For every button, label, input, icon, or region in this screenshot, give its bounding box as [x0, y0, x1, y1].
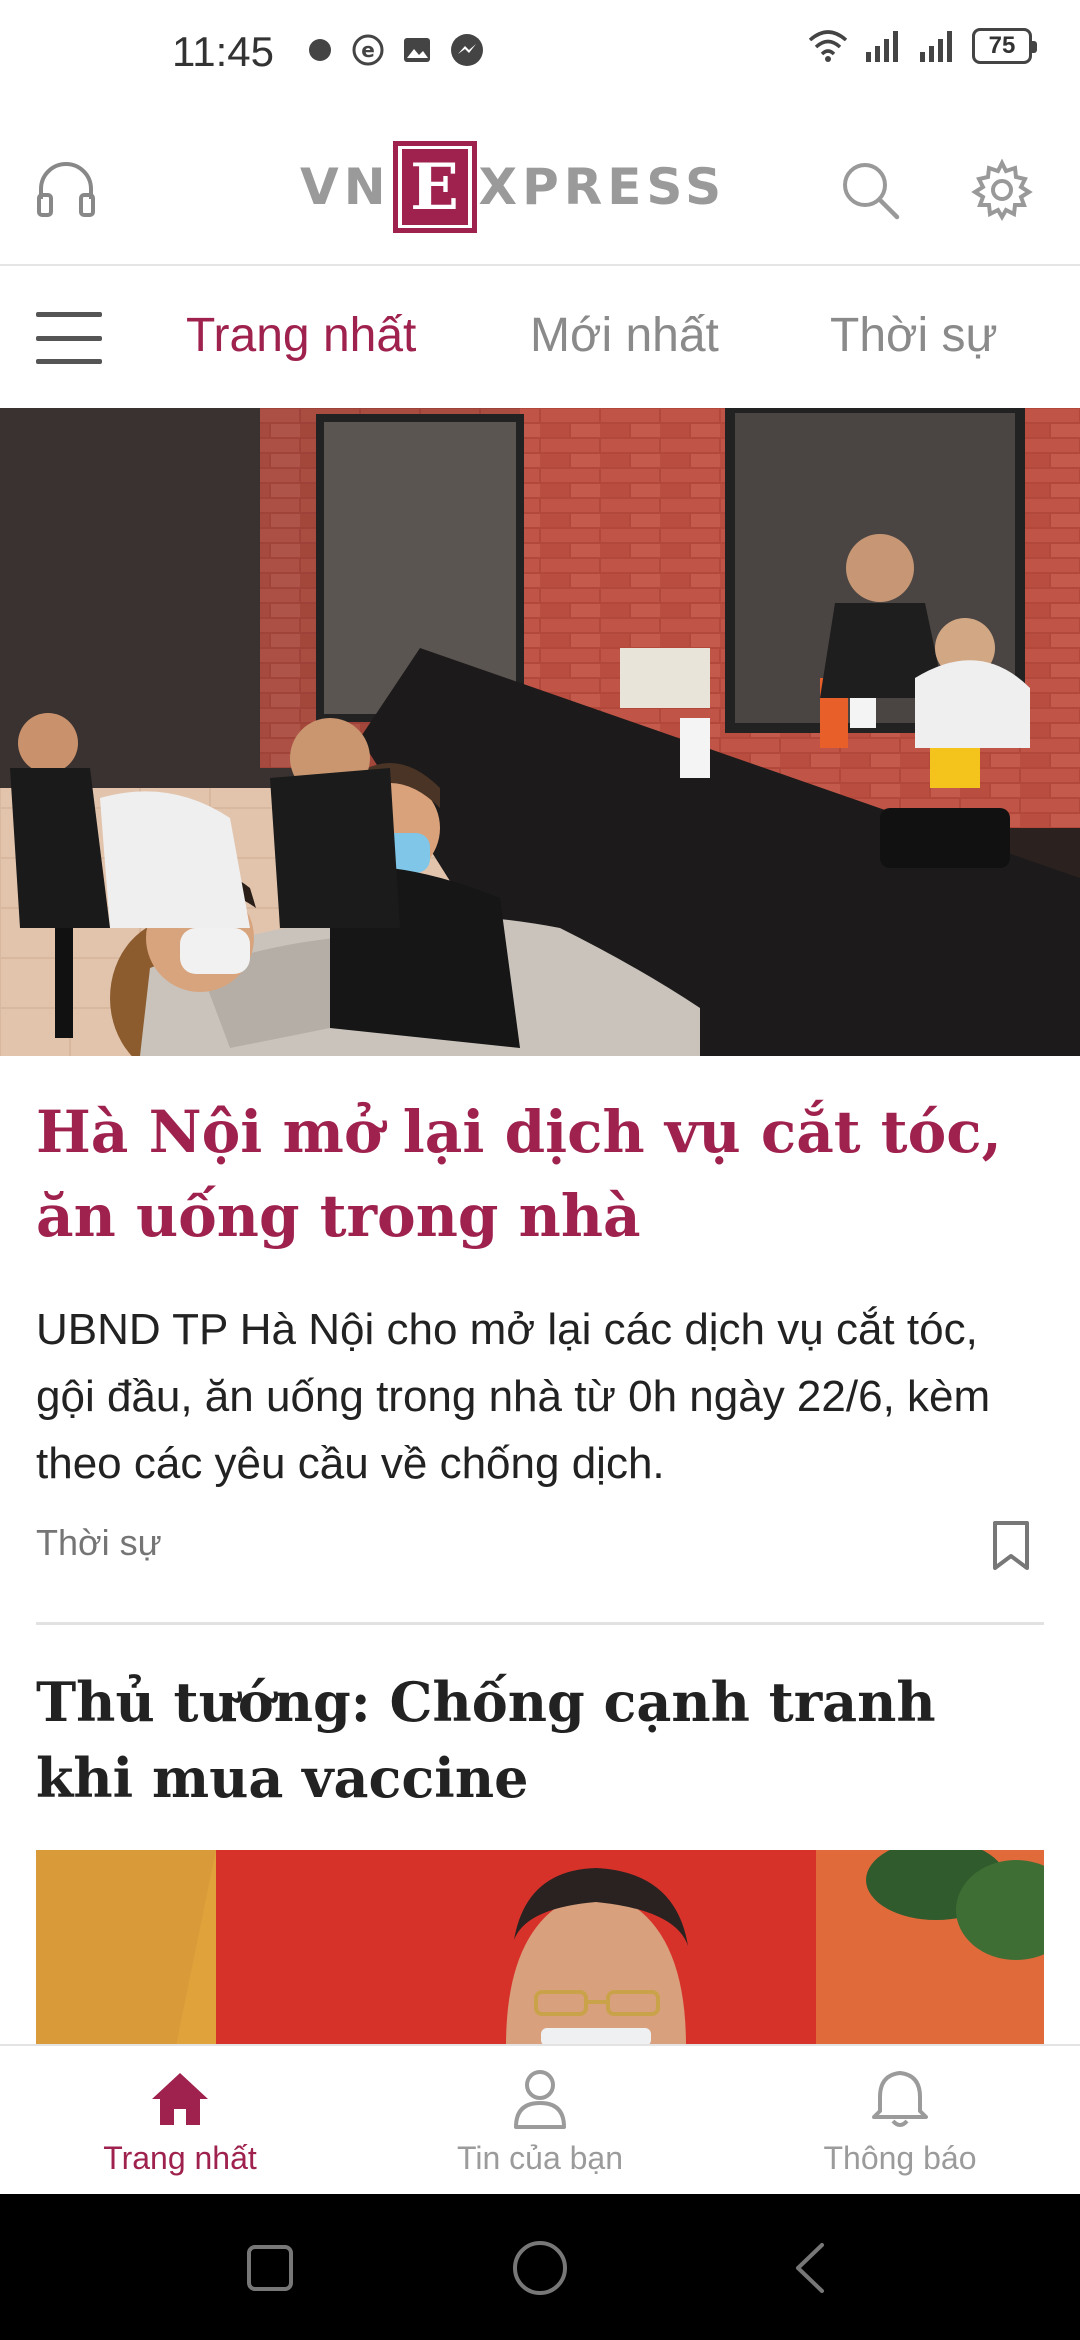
nav-label-trang-nhat: Trang nhất [103, 2140, 257, 2176]
bottom-navigation: Trang nhất Tin của bạn Thông báo [0, 2044, 1080, 2194]
system-navigation-bar [0, 2194, 1080, 2340]
signal-icon [920, 31, 952, 62]
app-header: VN E XPRESS [0, 110, 1080, 266]
vnexpress-logo[interactable]: VN E XPRESS [300, 132, 790, 242]
person-icon [510, 2066, 570, 2132]
barbershop-photo [0, 408, 1080, 1056]
logo-text-right: XPRESS [478, 158, 727, 216]
nav-label-thong-bao: Thông báo [823, 2140, 977, 2176]
nav-trang-nhat[interactable]: Trang nhất [0, 2046, 360, 2196]
square-icon [247, 2245, 293, 2291]
recents-button[interactable] [240, 2238, 300, 2298]
logo-e-mark: E [392, 141, 477, 233]
gear-icon [971, 158, 1033, 222]
wifi-icon [808, 30, 848, 62]
home-icon [148, 2066, 212, 2132]
status-time: 11:45 [172, 28, 274, 75]
tab-moi-nhat[interactable]: Mới nhất [530, 308, 719, 363]
bell-icon [870, 2066, 930, 2132]
search-button[interactable] [830, 150, 910, 230]
notification-dot-icon [309, 39, 331, 61]
status-bar: 11:45 e 75 [0, 0, 1080, 110]
article-headline-2[interactable]: Thủ tướng: Chống cạnh tranh khi mua vacc… [36, 1664, 1046, 1816]
article-category[interactable]: Thời sự [36, 1522, 162, 1564]
search-icon [843, 163, 900, 220]
bookmark-icon [993, 1521, 1029, 1570]
category-tab-bar: Trang nhất Mới nhất Thời sự [0, 268, 1080, 406]
signal-icon [866, 31, 898, 62]
back-button[interactable] [780, 2238, 840, 2298]
gallery-icon [404, 38, 430, 62]
settings-button[interactable] [962, 150, 1042, 230]
article-divider [36, 1622, 1044, 1625]
tab-thoi-su[interactable]: Thời sự [830, 308, 998, 363]
headphones-icon [37, 162, 95, 217]
home-system-button[interactable] [510, 2238, 570, 2298]
logo-e-letter: E [401, 149, 468, 225]
tab-trang-nhat[interactable]: Trang nhất [186, 308, 416, 363]
svg-text:e: e [361, 38, 375, 62]
article-image-2[interactable] [36, 1850, 1044, 2046]
nav-thong-bao[interactable]: Thông báo [720, 2046, 1080, 2196]
article-hero-image[interactable] [0, 408, 1080, 1056]
back-chevron-icon [796, 2243, 824, 2293]
circle-icon [513, 2241, 567, 2295]
e-app-icon: e [352, 34, 384, 66]
status-system-icons: 75 [806, 28, 1037, 64]
battery-indicator: 75 [972, 28, 1037, 64]
status-notification-icons: e [305, 32, 485, 68]
portrait-photo [36, 1850, 1044, 2046]
menu-icon[interactable] [36, 312, 102, 364]
audio-button[interactable] [26, 150, 106, 230]
logo-text-left: VN [300, 158, 391, 216]
article-headline[interactable]: Hà Nội mở lại dịch vụ cắt tóc, ăn uống t… [36, 1090, 1046, 1258]
article-summary[interactable]: UBND TP Hà Nội cho mở lại các dịch vụ cắ… [36, 1296, 1046, 1497]
bookmark-button[interactable] [990, 1520, 1032, 1572]
nav-tin-cua-ban[interactable]: Tin của bạn [360, 2046, 720, 2196]
messenger-icon [451, 34, 483, 66]
nav-label-tin-cua-ban: Tin của bạn [456, 2140, 624, 2176]
